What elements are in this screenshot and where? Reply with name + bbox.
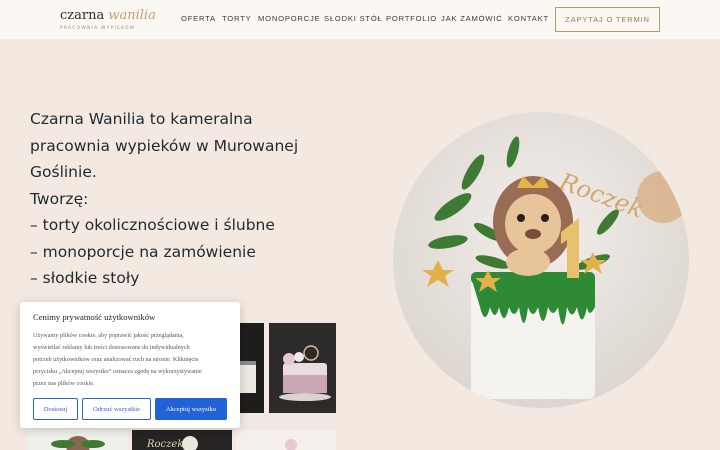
- logo-accent-text: wanilia: [108, 8, 156, 23]
- gallery-thumb[interactable]: Roczek: [132, 430, 232, 450]
- cookie-text-line: przycisku „Akceptuj wszystko” oznacza zg…: [33, 367, 202, 375]
- gallery-cake-image: [51, 436, 105, 450]
- hero-line: pracownia wypieków w Murowanej: [30, 136, 299, 155]
- logo-main-text: czarna: [60, 8, 105, 23]
- hero-line: Czarna Wanilia to kameralna: [30, 110, 253, 128]
- gallery-cake-image: [279, 345, 331, 401]
- hero-line: Tworzę:: [30, 189, 89, 208]
- site-header: czarna wanilia PRACOWNIA WYPIEKÓW OFERTA…: [0, 0, 720, 39]
- cookie-text-line: wyświetlać reklamy lub treści dostosowan…: [33, 343, 190, 351]
- reject-all-button[interactable]: Odrzuć wszystkie: [82, 398, 151, 420]
- hero-text: Czarna Wanilia to kameralna pracownia wy…: [30, 106, 330, 292]
- nav-slodki-stol[interactable]: SŁODKI STÓŁ: [324, 14, 383, 23]
- cookie-title: Cenimy prywatność użytkowników: [33, 312, 156, 322]
- nav-portfolio[interactable]: PORTFOLIO: [386, 14, 437, 23]
- customize-cookies-button[interactable]: Dostosuj: [33, 398, 78, 420]
- gallery-thumb[interactable]: [28, 430, 128, 450]
- cookie-text-line: przez nas plików cookie.: [33, 379, 95, 387]
- nav-oferta[interactable]: OFERTA: [181, 14, 216, 23]
- ask-date-button[interactable]: ZAPYTAJ O TERMIN: [555, 7, 660, 32]
- hero-cake-image: Roczek: [393, 112, 689, 408]
- logo[interactable]: czarna wanilia PRACOWNIA WYPIEKÓW: [60, 8, 156, 32]
- hero-line: – słodkie stoły: [30, 269, 140, 287]
- hero-line: Goślinie.: [30, 163, 97, 181]
- nav-jak-zamowic[interactable]: JAK ZAMÓWIĆ: [441, 14, 503, 23]
- cookie-description: Używamy plików cookie, aby poprawić jako…: [33, 330, 233, 390]
- logo-tagline: PRACOWNIA WYPIEKÓW: [60, 26, 136, 31]
- hero-line: – monoporcje na zamówienie: [30, 242, 256, 261]
- accept-all-button[interactable]: Akceptuj wszystko: [155, 398, 227, 420]
- hero-line: – torty okolicznościowe i ślubne: [30, 216, 275, 234]
- cookie-consent-banner: Cenimy prywatność użytkowników Używamy p…: [20, 302, 240, 428]
- nav-kontakt[interactable]: KONTAKT: [508, 14, 549, 23]
- gallery-cake-image: [285, 439, 297, 450]
- gallery-thumb[interactable]: [269, 323, 336, 413]
- cake-illustration: Roczek: [393, 112, 689, 408]
- nav-monoporcje[interactable]: MONOPORCJE: [258, 14, 320, 23]
- nav-torty[interactable]: TORTY: [222, 14, 251, 23]
- gallery-thumb-text: Roczek: [146, 439, 183, 450]
- cookie-text-line: potrzeb użytkowników oraz analizować ruc…: [33, 355, 199, 363]
- gallery-cake-image: Roczek: [146, 436, 198, 450]
- logo-wordmark: czarna wanilia: [60, 8, 156, 23]
- cookie-text-line: Używamy plików cookie, aby poprawić jako…: [33, 332, 184, 339]
- gallery-thumb[interactable]: [236, 430, 336, 450]
